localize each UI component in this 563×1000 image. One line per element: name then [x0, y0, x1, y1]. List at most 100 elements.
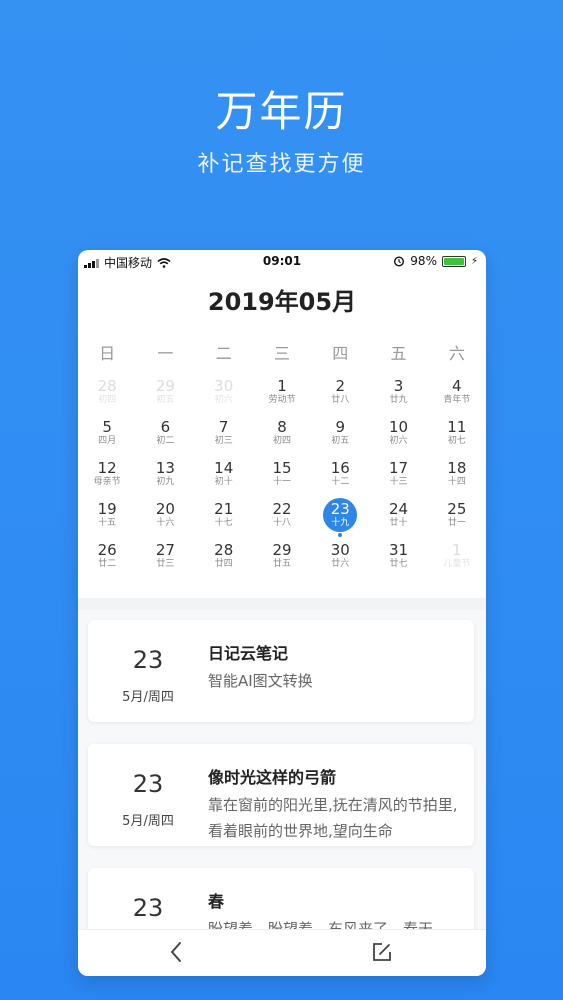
weekday-label: 六 [448, 344, 465, 363]
phone-screen: 中国移动 09:01 98% ⚡ 2019年05月 日 一 二 三 四 五 六 … [78, 250, 486, 976]
chevron-left-icon[interactable] [166, 940, 186, 964]
calendar-day[interactable]: 26 廿二 [78, 538, 136, 579]
calendar-day[interactable]: 7 初三 [195, 415, 253, 456]
calendar-day[interactable]: 21 十七 [195, 497, 253, 538]
day-number: 5 [102, 418, 112, 436]
day-number: 22 [272, 500, 292, 518]
day-number: 8 [277, 418, 287, 436]
lunar-date: 劳动节 [268, 395, 296, 405]
calendar-day[interactable]: 1 儿童节 [428, 538, 486, 579]
weekday-header: 日 一 二 三 四 五 六 [78, 340, 486, 364]
day-number: 10 [389, 418, 409, 436]
entry-card[interactable]: 23 春 盼望着，盼望着，东风来了，春天 [88, 868, 474, 930]
weekday-label: 三 [273, 344, 290, 363]
lunar-date: 十五 [98, 518, 117, 528]
charging-icon: ⚡ [470, 255, 478, 267]
lunar-date: 廿十 [389, 518, 408, 528]
day-number: 7 [218, 418, 229, 436]
calendar-day[interactable]: 28 初四 [78, 374, 136, 415]
lunar-date: 十六 [156, 518, 175, 528]
weekday-label: 二 [215, 344, 232, 363]
lunar-date: 十一 [272, 477, 291, 487]
lunar-date: 十九 [331, 518, 350, 528]
lunar-date: 初六 [389, 436, 408, 446]
calendar-day[interactable]: 5 四月 [78, 415, 136, 456]
calendar-day[interactable]: 14 初十 [195, 456, 253, 497]
calendar-day[interactable]: 27 廿三 [136, 538, 194, 579]
hero-title: 万年历 [215, 87, 348, 136]
calendar-day[interactable]: 4 青年节 [428, 374, 486, 415]
calendar-day[interactable]: 11 初七 [428, 415, 486, 456]
hero-subtitle: 补记查找更方便 [197, 152, 366, 177]
lunar-date: 儿童节 [443, 559, 471, 569]
day-number: 18 [447, 459, 467, 477]
day-number: 28 [214, 541, 234, 559]
entry-body: 靠在窗前的阳光里,抚在清风的节拍里,看着眼前的世界地,望向生命 [208, 796, 458, 840]
lunar-date: 廿七 [389, 559, 408, 569]
entry-title: 像时光这样的弓箭 [208, 768, 337, 787]
calendar-day[interactable]: 8 初四 [253, 415, 311, 456]
month-title[interactable]: 2019年05月 [78, 282, 486, 322]
lunar-date: 初十 [214, 477, 233, 487]
lunar-date: 初七 [447, 436, 466, 446]
calendar-day[interactable]: 30 廿六 [311, 538, 369, 579]
calendar-day[interactable]: 30 初六 [195, 374, 253, 415]
lunar-date: 初三 [214, 436, 233, 446]
day-number: 20 [155, 500, 175, 518]
entry-day: 23 [132, 894, 164, 922]
day-number: 19 [97, 500, 117, 518]
calendar-day[interactable]: 19 十五 [78, 497, 136, 538]
calendar-day[interactable]: 6 初二 [136, 415, 194, 456]
calendar-day[interactable]: 13 初九 [136, 456, 194, 497]
calendar-grid: 28 初四 29 初五 30 初六 1 劳动节 2 廿八 3 廿九 4 青年节 5 四月 6 初二 7 初三 8 初四 9 初… [78, 374, 486, 579]
day-number: 27 [155, 541, 175, 559]
calendar-day[interactable]: 9 初五 [311, 415, 369, 456]
entry-card[interactable]: 23 5月/周四 像时光这样的弓箭 靠在窗前的阳光里,抚在清风的节拍里,看着眼前… [88, 744, 474, 846]
calendar-day[interactable]: 10 初六 [369, 415, 427, 456]
day-number: 12 [97, 459, 117, 477]
lunar-date: 初四 [272, 436, 291, 446]
day-number: 3 [393, 377, 404, 395]
day-number: 9 [335, 418, 346, 436]
edit-icon[interactable] [370, 940, 394, 964]
day-number: 23 [330, 500, 350, 518]
calendar-day[interactable]: 18 十四 [428, 456, 486, 497]
day-number: 30 [330, 541, 350, 559]
lunar-date: 廿五 [272, 559, 291, 569]
calendar-day[interactable]: 3 廿九 [369, 374, 427, 415]
weekday-label: 四 [332, 344, 349, 363]
calendar-day[interactable]: 31 廿七 [369, 538, 427, 579]
lunar-date: 廿三 [156, 559, 175, 569]
calendar-day[interactable]: 16 十二 [311, 456, 369, 497]
calendar-day[interactable]: 28 廿四 [195, 538, 253, 579]
day-number: 14 [214, 459, 234, 477]
calendar-day[interactable]: 29 廿五 [253, 538, 311, 579]
calendar-day[interactable]: 17 十三 [369, 456, 427, 497]
lunar-date: 初四 [98, 395, 117, 405]
calendar-day[interactable]: 29 初五 [136, 374, 194, 415]
lunar-date: 初五 [331, 436, 350, 446]
calendar-day[interactable]: 12 母亲节 [78, 456, 136, 497]
has-entry-dot [338, 533, 343, 537]
lunar-date: 十四 [447, 477, 466, 487]
calendar-day[interactable]: 22 十八 [253, 497, 311, 538]
calendar-day[interactable]: 20 十六 [136, 497, 194, 538]
lunar-date: 廿九 [389, 395, 408, 405]
day-number: 24 [389, 500, 409, 518]
status-bar: 中国移动 09:01 98% ⚡ [78, 250, 486, 274]
lunar-date: 初九 [156, 477, 175, 487]
calendar-day[interactable]: 24 廿十 [369, 497, 427, 538]
entry-month-weekday: 5月/周四 [122, 814, 174, 829]
lunar-date: 十七 [214, 518, 233, 528]
calendar-day[interactable]: 2 廿八 [311, 374, 369, 415]
day-number: 13 [155, 459, 175, 477]
lunar-date: 廿八 [331, 395, 350, 405]
calendar-day[interactable]: 1 劳动节 [253, 374, 311, 415]
day-number: 28 [97, 377, 117, 395]
calendar-day[interactable]: 25 廿一 [428, 497, 486, 538]
entry-card[interactable]: 23 5月/周四 日记云笔记 智能AI图文转换 [88, 620, 474, 722]
calendar-day-selected[interactable]: 23 十九 [311, 497, 369, 538]
lunar-date: 母亲节 [93, 477, 121, 487]
day-number: 16 [330, 459, 350, 477]
calendar-day[interactable]: 15 十一 [253, 456, 311, 497]
